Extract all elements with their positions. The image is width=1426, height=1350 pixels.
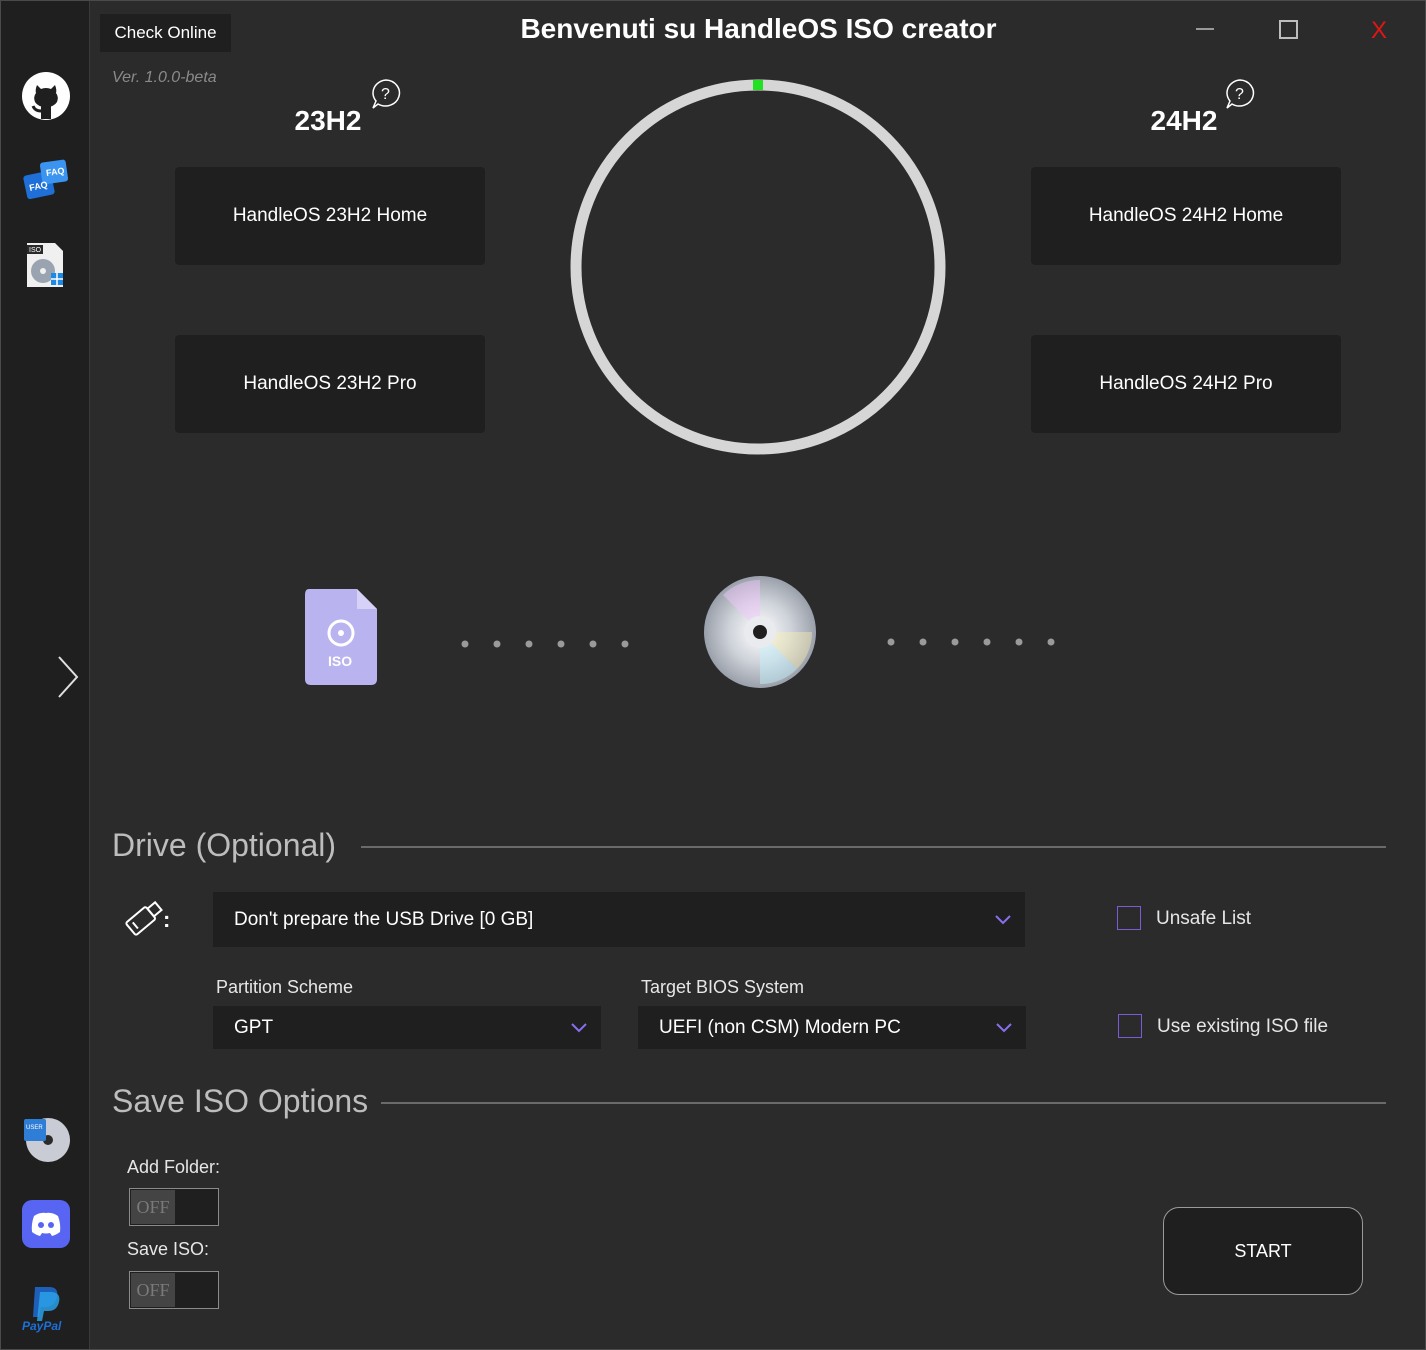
close-button[interactable]: X bbox=[1361, 13, 1397, 49]
progress-dots-right bbox=[881, 635, 1061, 647]
chevron-down-icon bbox=[995, 914, 1011, 924]
save-iso-section-divider bbox=[381, 1102, 1386, 1104]
drive-section-title: Drive (Optional) bbox=[112, 827, 337, 863]
partition-scheme-value: GPT bbox=[234, 1016, 274, 1038]
edition-23h2-home-button[interactable]: HandleOS 23H2 Home bbox=[175, 167, 485, 265]
help-23h2-text: ? bbox=[381, 86, 390, 103]
version-heading-24h2: 24H2 bbox=[1150, 105, 1218, 136]
drive-section-divider bbox=[361, 846, 1386, 848]
iso-badge-text: ISO bbox=[29, 247, 42, 254]
usb-colon: : bbox=[163, 907, 170, 932]
maximize-icon[interactable] bbox=[1271, 13, 1307, 49]
user-disc-icon[interactable]: USER bbox=[21, 1115, 71, 1165]
partition-scheme-select[interactable]: GPT bbox=[213, 1006, 601, 1049]
usb-drive-icon: : bbox=[121, 897, 179, 941]
edition-23h2-pro-button[interactable]: HandleOS 23H2 Pro bbox=[175, 335, 485, 433]
save-iso-section-title: Save ISO Options bbox=[112, 1083, 369, 1119]
add-folder-toggle-state: OFF bbox=[131, 1190, 175, 1224]
github-icon[interactable] bbox=[21, 71, 71, 121]
save-iso-label: Save ISO: bbox=[127, 1239, 210, 1259]
progress-ring bbox=[567, 77, 949, 457]
check-online-button[interactable]: Check Online bbox=[100, 14, 231, 52]
unsafe-list-label: Unsafe List bbox=[1156, 908, 1252, 929]
use-existing-iso-checkbox[interactable] bbox=[1118, 1014, 1142, 1038]
app-window: FAQ FAQ ISO USER PayPal Check Online Ver… bbox=[0, 0, 1426, 1350]
iso-file-label: ISO bbox=[328, 653, 352, 669]
iso-file-icon: ISO bbox=[303, 587, 379, 687]
version-heading-23h2: 23H2 bbox=[294, 105, 362, 136]
version-label: Ver. 1.0.0-beta bbox=[112, 69, 217, 86]
help-24h2-text: ? bbox=[1235, 86, 1244, 103]
usb-drive-select[interactable]: Don't prepare the USB Drive [0 GB] bbox=[213, 892, 1025, 947]
chevron-down-icon bbox=[996, 1022, 1012, 1032]
faq-icon[interactable]: FAQ FAQ bbox=[21, 155, 71, 205]
progress-marker bbox=[753, 80, 763, 90]
use-existing-iso-label: Use existing ISO file bbox=[1157, 1016, 1329, 1037]
add-folder-toggle[interactable]: OFF bbox=[129, 1188, 219, 1226]
discord-icon[interactable] bbox=[21, 1199, 71, 1249]
usb-drive-select-value: Don't prepare the USB Drive [0 GB] bbox=[234, 908, 534, 930]
minimize-icon[interactable] bbox=[1187, 13, 1223, 49]
target-bios-select[interactable]: UEFI (non CSM) Modern PC bbox=[638, 1006, 1026, 1049]
save-iso-toggle[interactable]: OFF bbox=[129, 1271, 219, 1309]
help-bubble-24h2-icon[interactable]: ? bbox=[1224, 78, 1256, 110]
chevron-down-icon bbox=[571, 1022, 587, 1032]
app-title: Benvenuti su HandleOS ISO creator bbox=[520, 13, 997, 44]
target-bios-label: Target BIOS System bbox=[641, 977, 805, 997]
progress-dots-left bbox=[455, 637, 635, 649]
disc-icon bbox=[703, 575, 817, 689]
sidebar: FAQ FAQ ISO USER PayPal bbox=[1, 1, 90, 1349]
partition-scheme-label: Partition Scheme bbox=[216, 977, 354, 997]
unsafe-list-checkbox[interactable] bbox=[1117, 906, 1141, 930]
target-bios-value: UEFI (non CSM) Modern PC bbox=[659, 1016, 901, 1038]
start-button[interactable]: START bbox=[1163, 1207, 1363, 1295]
expand-arrow-icon[interactable] bbox=[53, 653, 83, 701]
paypal-icon[interactable]: PayPal bbox=[21, 1283, 71, 1333]
edition-24h2-home-button[interactable]: HandleOS 24H2 Home bbox=[1031, 167, 1341, 265]
user-badge-text: USER bbox=[26, 1125, 43, 1131]
paypal-badge-text: PayPal bbox=[22, 1319, 62, 1333]
help-bubble-23h2-icon[interactable]: ? bbox=[370, 78, 402, 110]
iso-tool-icon[interactable]: ISO bbox=[21, 241, 71, 291]
edition-24h2-pro-button[interactable]: HandleOS 24H2 Pro bbox=[1031, 335, 1341, 433]
save-iso-toggle-state: OFF bbox=[131, 1273, 175, 1307]
add-folder-label: Add Folder: bbox=[127, 1157, 221, 1177]
